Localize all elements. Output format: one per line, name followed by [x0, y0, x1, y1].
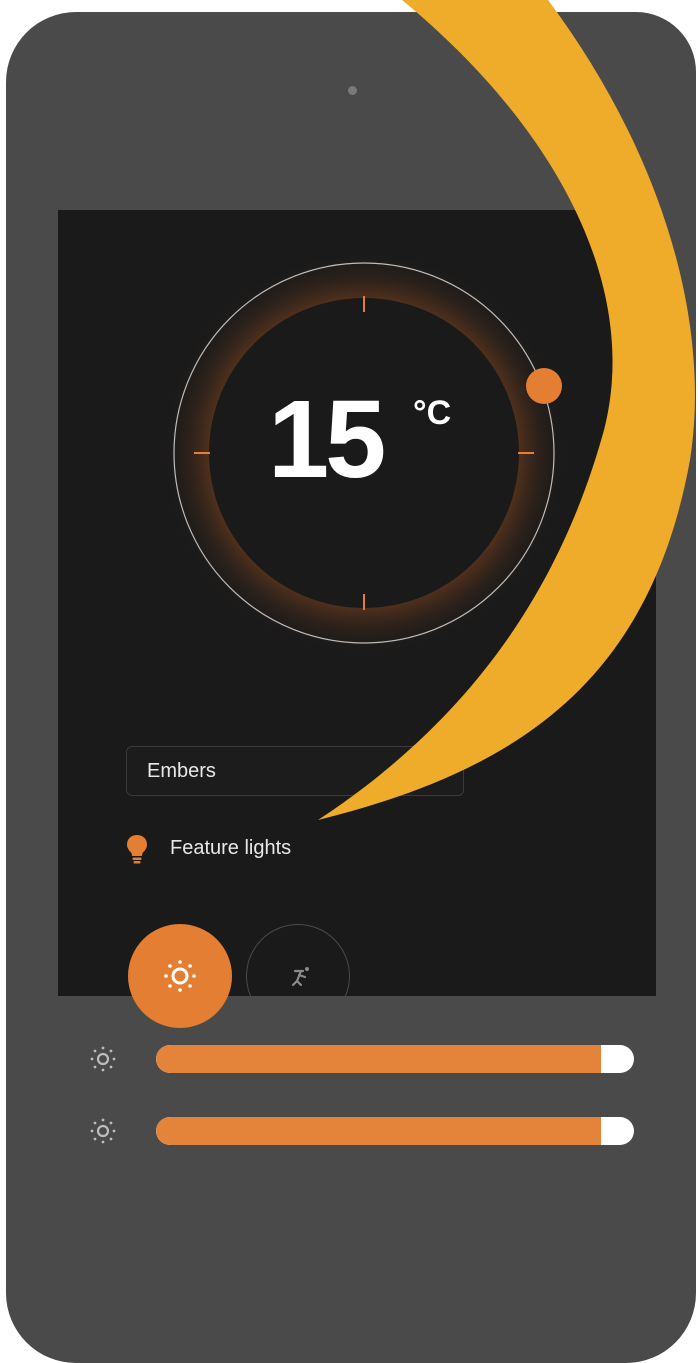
flame-mode-dropdown[interactable]: Embers ▾ [126, 746, 464, 796]
phone-device: 15 °C Embers ▾ Feature lights [6, 12, 696, 1363]
brightness-slider-1[interactable] [88, 1042, 644, 1076]
feature-lights-label: Feature lights [170, 837, 292, 859]
running-figure-icon [291, 967, 309, 987]
app-screen: 15 °C Embers ▾ Feature lights [58, 210, 656, 1145]
sun-icon [164, 960, 196, 992]
front-camera [348, 86, 357, 95]
temperature-unit: °C [413, 394, 452, 432]
dropdown-selected-value: Embers [147, 760, 216, 782]
motion-mode-button[interactable] [246, 924, 350, 1028]
light-mode-button[interactable] [128, 924, 232, 1028]
slider-fill [156, 1117, 601, 1145]
slider-track[interactable] [156, 1045, 634, 1073]
chevron-down-icon: ▾ [437, 763, 445, 779]
brightness-icon [90, 1118, 116, 1144]
temperature-value: 15 [268, 378, 386, 501]
phone-top-edge [126, 20, 236, 30]
brightness-icon [90, 1046, 116, 1072]
slider-fill [156, 1045, 601, 1073]
slider-track[interactable] [156, 1117, 634, 1145]
dial-handle [526, 368, 562, 404]
lightbulb-icon [127, 835, 147, 864]
brightness-slider-2[interactable] [88, 1114, 644, 1148]
